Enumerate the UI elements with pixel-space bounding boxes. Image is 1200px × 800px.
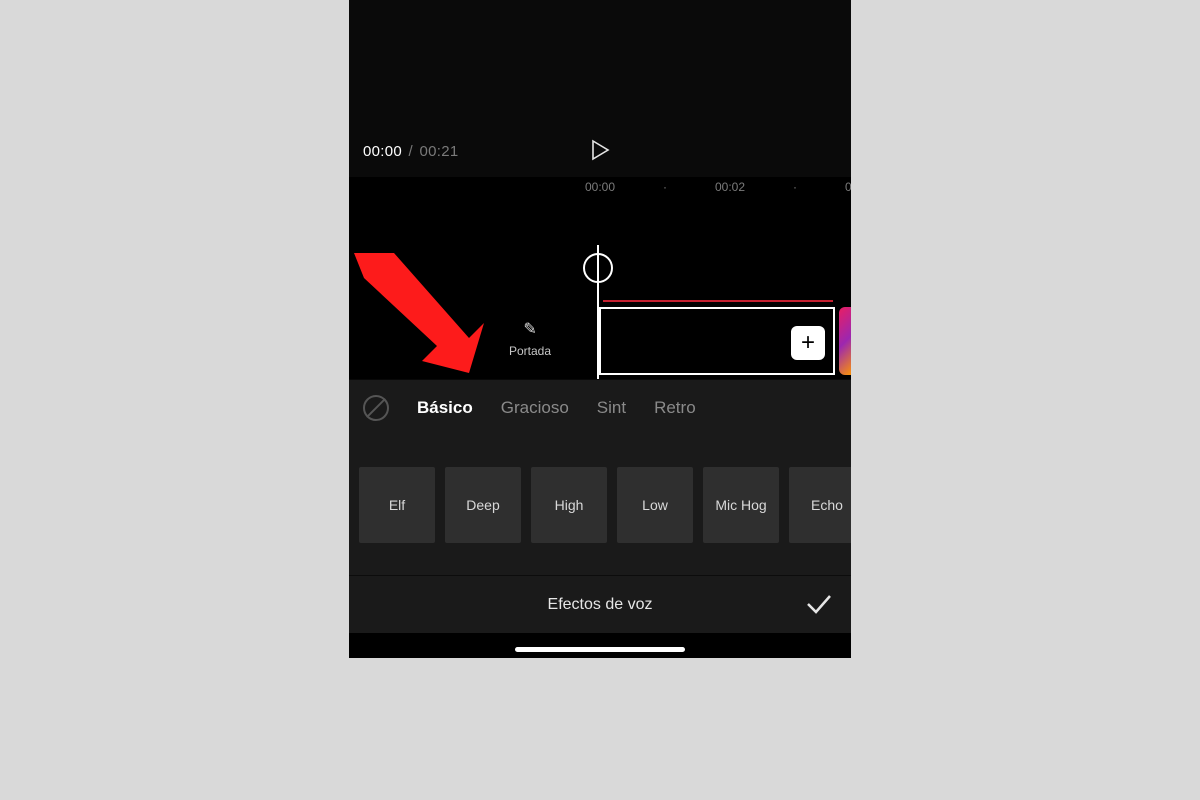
ruler-dot: · xyxy=(793,180,797,194)
ruler-tick: 00:02 xyxy=(715,180,745,194)
time-separator: / xyxy=(409,143,413,160)
duration-time: 00:21 xyxy=(419,143,458,160)
clip-tool[interactable]: clip xyxy=(435,319,453,338)
cover-tool[interactable]: ✎ Portada xyxy=(509,319,551,358)
category-tabs: Básico Gracioso Sint Retro xyxy=(349,379,851,435)
playback-time: 00:00 / 00:21 xyxy=(363,143,459,160)
none-effect-icon[interactable] xyxy=(363,395,389,421)
video-editor-screen: 00:00 / 00:21 00:00 · 00:02 · 00 clip ✎ … xyxy=(349,0,851,658)
ruler-tick: 00 xyxy=(845,180,851,194)
pencil-icon: ✎ xyxy=(523,321,536,338)
play-button[interactable] xyxy=(587,138,611,162)
next-clip-thumbnail[interactable] xyxy=(839,307,851,375)
voice-effects-list: Elf Deep High Low Mic Hog Echo xyxy=(349,435,851,575)
clip-tool-label: clip xyxy=(435,324,453,338)
tab-retro[interactable]: Retro xyxy=(654,398,696,418)
timeline-ruler: 00:00 · 00:02 · 00 xyxy=(349,177,851,197)
effect-low[interactable]: Low xyxy=(617,467,693,543)
effect-high[interactable]: High xyxy=(531,467,607,543)
home-indicator xyxy=(515,647,685,652)
playhead-line xyxy=(597,245,599,380)
video-preview: 00:00 / 00:21 xyxy=(349,0,851,177)
clip-indicator-line xyxy=(603,300,833,302)
annotation-arrow-icon xyxy=(354,253,494,373)
add-clip-button[interactable]: + xyxy=(791,326,825,360)
tab-basic[interactable]: Básico xyxy=(417,398,473,418)
panel-title: Efectos de voz xyxy=(548,596,653,614)
panel-footer: Efectos de voz xyxy=(349,575,851,633)
ruler-dot: · xyxy=(663,180,667,194)
confirm-button[interactable] xyxy=(805,592,833,616)
timeline-clip[interactable]: + xyxy=(599,307,835,375)
current-time: 00:00 xyxy=(363,143,402,160)
ruler-tick: 00:00 xyxy=(585,180,615,194)
effect-mic-hog[interactable]: Mic Hog xyxy=(703,467,779,543)
timeline[interactable]: clip ✎ Portada + xyxy=(349,197,851,379)
effect-echo[interactable]: Echo xyxy=(789,467,851,543)
cover-tool-label: Portada xyxy=(509,344,551,358)
effect-deep[interactable]: Deep xyxy=(445,467,521,543)
tab-funny[interactable]: Gracioso xyxy=(501,398,569,418)
effect-elf[interactable]: Elf xyxy=(359,467,435,543)
tab-sint[interactable]: Sint xyxy=(597,398,626,418)
